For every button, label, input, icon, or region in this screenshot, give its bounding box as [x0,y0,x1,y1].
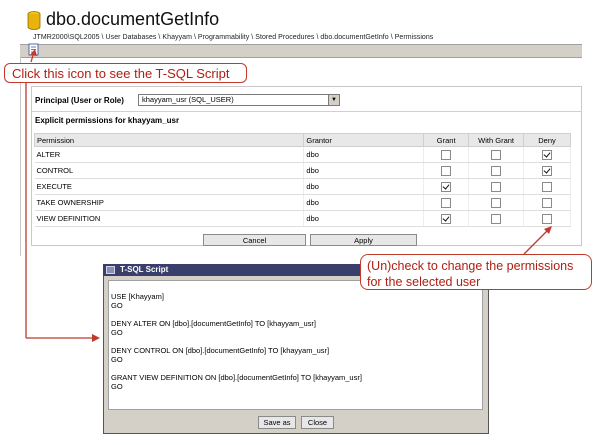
close-button[interactable]: Close [301,416,334,429]
grant-cell [423,146,470,163]
column-header-grant[interactable]: Grant [423,133,470,147]
permission-cell: VIEW DEFINITION [34,210,305,227]
chevron-down-icon[interactable]: ▼ [328,95,339,105]
window-icon [106,266,115,274]
script-text: USE [Khayyam] GO DENY ALTER ON [dbo].[do… [111,292,362,391]
table-row: CONTROL dbo [34,162,571,179]
dialog-title: T-SQL Script [120,265,169,274]
permission-cell: TAKE OWNERSHIP [34,194,305,211]
breadcrumb: JTMR2000\SQL2005 \ User Databases \ Khay… [33,34,434,41]
table-row: ALTER dbo [34,146,571,163]
window-title: dbo.documentGetInfo [46,9,220,29]
table-row: TAKE OWNERSHIP dbo [34,194,571,211]
column-header-with-grant[interactable]: With Grant [468,133,525,147]
divider [31,111,582,112]
toolbar [20,44,582,58]
grantor-cell: dbo [303,162,425,179]
permission-cell: ALTER [34,146,305,163]
deny-cell [523,210,571,227]
script-icon-callout: Click this icon to see the T-SQL Script [4,63,247,83]
column-header-deny[interactable]: Deny [523,133,571,147]
permissions-callout: (Un)check to change the permissions for … [360,254,592,290]
with-grant-checkbox[interactable] [491,213,502,224]
with-grant-cell [468,210,525,227]
with-grant-checkbox[interactable] [491,165,502,176]
permission-cell: CONTROL [34,162,305,179]
explicit-permissions-label: Explicit permissions for khayyam_usr [35,116,180,125]
principal-label: Principal (User or Role) [35,96,124,105]
deny-cell [523,194,571,211]
grant-cell [423,194,470,211]
permissions-callout-line1: (Un)check to change the permissions [367,259,574,273]
grant-checkbox[interactable] [441,149,452,160]
column-header-permission[interactable]: Permission [33,133,305,147]
with-grant-checkbox[interactable] [491,181,502,192]
grantor-cell: dbo [303,146,425,163]
frame-edge [20,56,21,256]
column-header-grantor[interactable]: Grantor [303,133,425,147]
deny-checkbox[interactable] [542,149,553,160]
grant-cell [423,210,470,227]
grant-cell [423,162,470,179]
with-grant-cell [468,162,525,179]
permissions-callout-line2: for the selected user [367,275,481,289]
cancel-button[interactable]: Cancel [203,234,306,246]
deny-cell [523,146,571,163]
with-grant-checkbox[interactable] [491,149,502,160]
deny-checkbox[interactable] [542,181,553,192]
grantor-cell: dbo [303,210,425,227]
with-grant-cell [468,194,525,211]
permission-cell: EXECUTE [34,178,305,195]
deny-checkbox[interactable] [542,213,553,224]
grantor-cell: dbo [303,194,425,211]
grant-checkbox[interactable] [441,197,452,208]
deny-cell [523,178,571,195]
script-icon[interactable] [28,43,40,56]
deny-checkbox[interactable] [542,165,553,176]
permissions-table: Permission Grantor Grant With Grant Deny… [33,133,571,227]
principal-select[interactable]: khayyam_usr (SQL_USER) ▼ [138,94,340,106]
table-row: VIEW DEFINITION dbo [34,210,571,227]
apply-button[interactable]: Apply [310,234,417,246]
grantor-cell: dbo [303,178,425,195]
deny-cell [523,162,571,179]
database-icon [27,11,41,30]
with-grant-checkbox[interactable] [491,197,502,208]
grant-checkbox[interactable] [441,181,452,192]
with-grant-cell [468,178,525,195]
with-grant-cell [468,146,525,163]
grant-checkbox[interactable] [441,165,452,176]
save-as-button[interactable]: Save as [258,416,296,429]
table-header-row: Permission Grantor Grant With Grant Deny [33,133,571,147]
deny-checkbox[interactable] [542,197,553,208]
grant-cell [423,178,470,195]
grant-checkbox[interactable] [441,213,452,224]
principal-value: khayyam_usr (SQL_USER) [142,95,234,104]
table-row: EXECUTE dbo [34,178,571,195]
